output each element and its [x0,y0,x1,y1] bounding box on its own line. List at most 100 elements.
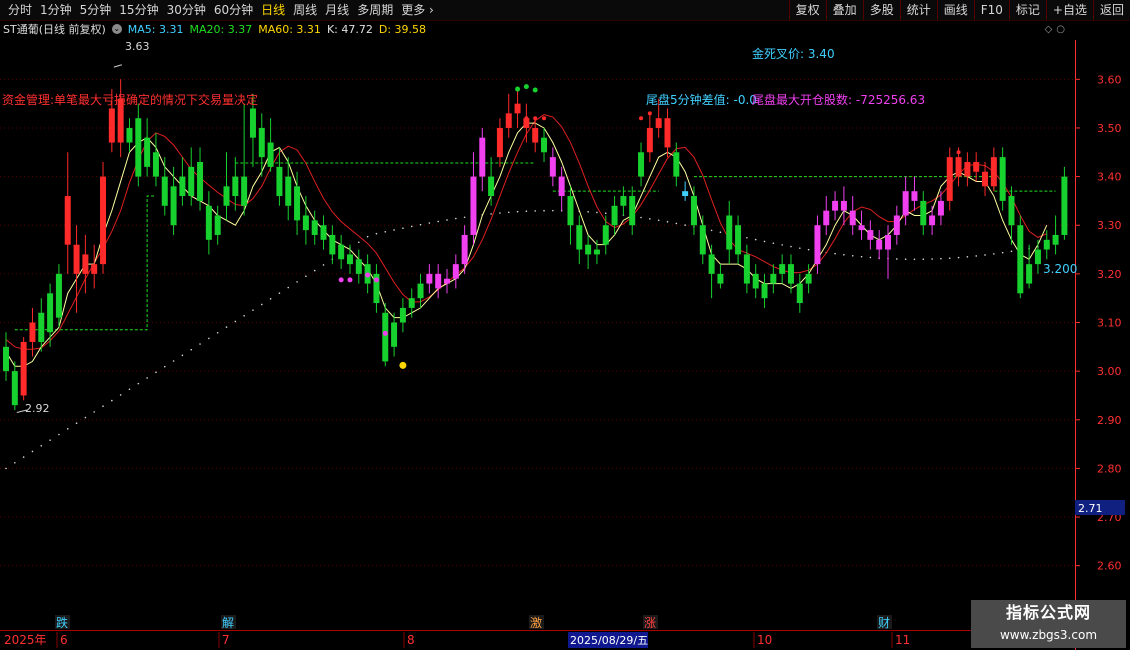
candle [82,234,89,294]
candle [488,157,495,206]
candle-body [629,196,636,226]
candle-body [840,200,847,211]
candle-body [3,346,9,372]
y-tick-label: 3.40 [1097,171,1122,184]
ma60-dot [851,255,854,257]
function-button-1[interactable]: 叠加 [825,0,863,20]
candle [320,215,327,250]
candle [3,332,9,381]
ma60-dot [860,255,863,258]
candle-body [426,273,433,284]
candle [523,103,530,143]
candle [585,234,592,269]
period-tab-4[interactable]: 30分钟 [163,0,210,20]
signal-dot-red [639,116,644,121]
ma60-dot [490,213,492,215]
function-button-2[interactable]: 多股 [862,0,900,20]
period-tab-9[interactable]: 多周期 [353,0,397,20]
function-button-6[interactable]: 标记 [1008,0,1046,20]
candle [779,254,786,284]
function-button-5[interactable]: F10 [973,0,1009,20]
candle [611,196,618,235]
candle [452,254,459,289]
ma60-dot [155,371,157,374]
function-button-4[interactable]: 画线 [936,0,974,20]
function-button-8[interactable]: 返回 [1092,0,1130,20]
candle-body [585,244,592,255]
ma60-dot [111,399,113,402]
ma60-dot [269,298,272,300]
candle-body [770,273,777,284]
circle-icon[interactable]: ○ [1056,24,1069,35]
ma60-dot [40,444,43,447]
candle [267,118,274,172]
ma60-dot [66,428,69,430]
candle [558,166,565,211]
price-grid [0,78,1075,567]
ma60-dot [463,216,466,219]
candle-body [205,205,212,240]
signal-dot-red [956,150,961,155]
ma60-dot [260,303,263,306]
candle [1034,239,1041,274]
candle [911,176,918,211]
candles[interactable] [3,79,1068,411]
period-tab-10[interactable]: 更多 [397,0,438,20]
period-tab-3[interactable]: 15分钟 [115,0,162,20]
ma60-dot [754,238,757,241]
period-tab-6[interactable]: 日线 [257,0,289,20]
candle-body [876,239,883,250]
ma60-dot [225,326,228,328]
kline-chart[interactable]: 3.603.503.403.303.203.103.002.902.802.70… [0,20,1130,650]
candle-body [567,196,574,226]
stock-title[interactable]: ST通葡(日线 前复权) [0,21,106,37]
candle-body [258,127,265,158]
candle-body [655,118,662,128]
signal-dot-top [523,84,529,90]
ma60-dot [419,223,422,226]
period-tab-5[interactable]: 60分钟 [210,0,257,20]
event-marker: 涨 [644,615,656,630]
candle [479,127,486,192]
period-tab-8[interactable]: 月线 [321,0,353,20]
diamond-icon[interactable]: ◇ [1045,24,1057,35]
ma60-dot [22,456,25,458]
candle [832,191,839,221]
candle [355,249,362,284]
ma60-dot [322,264,325,266]
candle-body [285,176,292,206]
candle-body [126,127,133,143]
candle-body [576,225,583,250]
candle [470,152,477,245]
candle [929,205,936,235]
signal-dot-top [532,87,538,93]
month-label: 6 [60,633,68,647]
ma60-dot [455,217,457,220]
golden-cross-text: 金死叉价: 3.40 [752,46,835,61]
ma60-dot [763,240,766,243]
function-button-7[interactable]: +自选 [1045,0,1093,20]
candle-body [982,171,989,187]
function-button-3[interactable]: 统计 [899,0,937,20]
candle-body [541,137,548,153]
period-tab-2[interactable]: 5分钟 [76,0,116,20]
function-button-0[interactable]: 复权 [788,0,826,20]
period-tab-0[interactable]: 分时 [4,0,36,20]
candle-body [496,127,503,158]
candle-body [717,273,724,284]
timeline-bar: 2025年 6 7 8 10 11 2025/08/29/五 [0,630,1075,648]
signal-dot [347,277,353,283]
settings-circle-icon[interactable]: ⌄ [111,24,122,34]
candle-body [223,186,230,206]
candle [20,337,27,401]
signal-dot-red [524,116,529,121]
candle-body [849,210,856,226]
indicator-header: ST通葡(日线 前复权) ⌄ MA5: 3.31 MA20: 3.37 MA60… [0,20,1075,38]
period-tab-7[interactable]: 周线 [289,0,321,20]
candle-body [82,254,89,274]
ma60-dot [313,269,316,272]
period-tab-1[interactable]: 1分钟 [36,0,76,20]
signal-dot-red [647,111,652,116]
candle [126,118,133,153]
ma60-dot [834,252,836,255]
